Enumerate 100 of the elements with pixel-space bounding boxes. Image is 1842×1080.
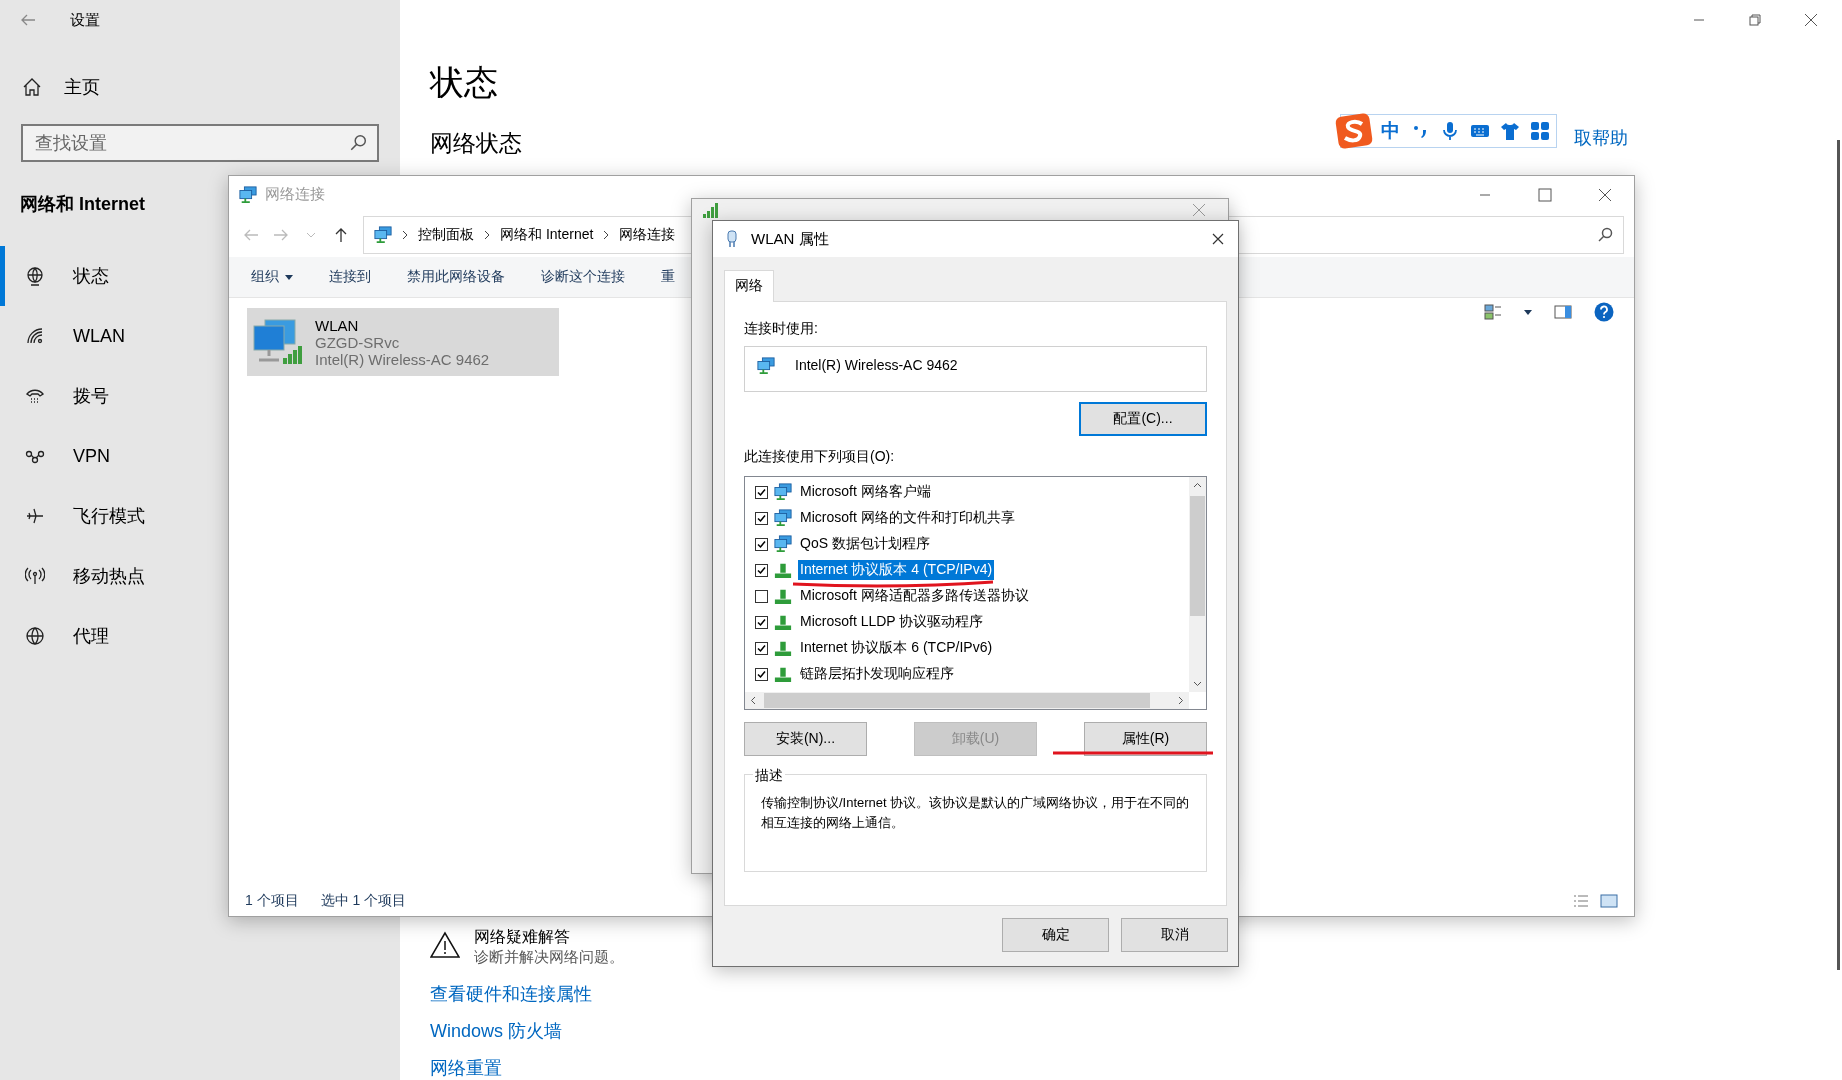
grid-icon[interactable]	[1530, 121, 1550, 141]
hotspot-icon	[25, 566, 45, 586]
settings-link[interactable]: Windows 防火墙	[430, 1019, 563, 1043]
status-text: 选中 1 个项目	[320, 892, 407, 910]
scroll-right-icon[interactable]	[1176, 696, 1185, 705]
checkbox[interactable]	[755, 641, 768, 655]
scroll-up-icon[interactable]	[1193, 481, 1202, 490]
chevron-right-icon	[401, 230, 409, 240]
action-button[interactable]: 安装(N)...	[744, 722, 867, 756]
adapter-name: Intel(R) Wireless-AC 9462	[315, 350, 490, 368]
checkbox[interactable]	[755, 563, 768, 577]
toolbar-button[interactable]: 组织	[251, 268, 293, 286]
proxy-icon	[25, 626, 45, 646]
shirt-icon[interactable]	[1500, 121, 1520, 141]
nav-item[interactable]: 代理	[0, 606, 109, 666]
checkbox[interactable]	[755, 615, 768, 629]
network-adapter-icon	[239, 185, 257, 204]
status-text: 1 个项目	[245, 892, 299, 910]
breadcrumb-item[interactable]: 网络和 Internet	[500, 226, 594, 244]
section-title: 网络和 Internet	[19, 193, 145, 216]
network-adapter-icon	[774, 483, 792, 501]
nav-item[interactable]: VPN	[0, 426, 110, 486]
page-heading: 状态	[430, 62, 498, 103]
checkbox[interactable]	[755, 589, 768, 603]
description-text: 传输控制协议/Internet 协议。该协议是默认的广域网络协议，用于在不同的相互连接的网络上通信。	[761, 794, 1191, 833]
scroll-left-icon[interactable]	[749, 696, 758, 705]
close-icon[interactable]	[1210, 231, 1226, 247]
component-item[interactable]: Internet 协议版本 6 (TCP/IPv6)	[798, 638, 995, 658]
breadcrumb-item[interactable]: 网络连接	[619, 226, 676, 244]
help-icon[interactable]	[1594, 302, 1614, 322]
component-item[interactable]: QoS 数据包计划程序	[798, 534, 932, 554]
checkbox[interactable]	[755, 537, 768, 551]
components-label: 此连接使用下列项目(O):	[744, 448, 896, 466]
network-adapter-icon	[757, 357, 775, 375]
protocol-icon	[774, 639, 792, 657]
component-item[interactable]: Microsoft LLDP 协议驱动程序	[798, 612, 986, 632]
home-icon	[22, 77, 42, 97]
window-title: 网络连接	[265, 185, 325, 204]
signal-bars-icon	[702, 201, 720, 219]
up-arrow-icon[interactable]	[333, 227, 349, 243]
vertical-scrollbar[interactable]	[1189, 477, 1206, 692]
nav-item[interactable]: 状态	[0, 246, 109, 306]
network-connection-item[interactable]: WLAN GZGD-SRvc Intel(R) Wireless-AC 9462	[247, 308, 559, 376]
search-icon[interactable]	[1597, 227, 1613, 243]
chevron-right-icon	[483, 230, 491, 240]
window-title: 设置	[70, 10, 100, 30]
troubleshooter-description: 诊断并解决网络问题。	[474, 948, 624, 967]
dialog-button[interactable]: 确定	[1002, 918, 1109, 952]
dialog-button[interactable]: 取消	[1121, 918, 1228, 952]
help-link[interactable]: 取帮助	[1574, 126, 1628, 150]
nav-item[interactable]: 移动热点	[0, 546, 145, 606]
protocol-icon	[774, 613, 792, 631]
dialog-title: WLAN 属性	[751, 229, 829, 249]
network-adapter-icon	[374, 226, 392, 244]
settings-link[interactable]: 查看硬件和连接属性	[430, 982, 592, 1006]
toolbar-button[interactable]: 诊断这个连接	[541, 268, 625, 286]
warning-icon	[430, 931, 460, 959]
nav-item[interactable]: WLAN	[0, 306, 125, 366]
connect-using-label: 连接时使用:	[744, 320, 819, 338]
checkbox[interactable]	[755, 511, 768, 525]
scrollbar-thumb[interactable]	[764, 693, 1150, 708]
toolbar-button[interactable]: 禁用此网络设备	[407, 268, 505, 286]
checkbox[interactable]	[755, 485, 768, 499]
configure-button[interactable]: 配置(C)...	[1079, 402, 1207, 436]
nav-item[interactable]: 飞行模式	[0, 486, 145, 546]
network-adapter-icon	[774, 535, 792, 553]
protocol-icon	[774, 587, 792, 605]
settings-link[interactable]: 网络重置	[430, 1056, 502, 1080]
toolbar-button[interactable]: 重	[661, 268, 675, 286]
protocol-icon	[774, 561, 792, 579]
adapter-field: Intel(R) Wireless-AC 9462	[744, 346, 1207, 392]
scrollbar-thumb[interactable]	[1190, 496, 1205, 616]
section-heading: 网络状态	[430, 129, 522, 158]
view-options-icon[interactable]	[1484, 303, 1502, 321]
wifi-icon	[25, 326, 45, 346]
search-field[interactable]: 查找设置	[21, 124, 379, 162]
status-icon	[25, 266, 45, 286]
component-item[interactable]: Microsoft 网络客户端	[798, 482, 933, 502]
home-nav-item[interactable]: 主页	[0, 72, 400, 102]
component-item[interactable]: Microsoft 网络的文件和打印机共享	[798, 508, 1017, 528]
horizontal-scrollbar[interactable]	[745, 692, 1189, 709]
microphone-icon[interactable]	[1440, 121, 1460, 141]
preview-pane-icon[interactable]	[1554, 303, 1572, 321]
checkbox[interactable]	[755, 667, 768, 681]
breadcrumb-item[interactable]: 控制面板	[418, 226, 474, 244]
toolbar-button[interactable]: 连接到	[329, 268, 371, 286]
search-icon	[349, 134, 367, 152]
nav-item[interactable]: 拨号	[0, 366, 109, 426]
back-arrow-icon[interactable]	[20, 12, 36, 28]
chevron-right-icon	[602, 230, 611, 240]
component-item[interactable]: 链路层拓扑发现响应程序	[798, 664, 956, 684]
input-mode-toggle[interactable]: 中	[1381, 118, 1400, 144]
troubleshooter-title[interactable]: 网络疑难解答	[474, 927, 624, 948]
scroll-down-icon[interactable]	[1193, 679, 1202, 688]
dropdown-caret-icon[interactable]	[1524, 309, 1532, 315]
component-item[interactable]: Internet 协议版本 4 (TCP/IPv4)	[798, 560, 995, 580]
component-item[interactable]: Microsoft 网络适配器多路传送器协议	[798, 586, 1031, 606]
scrollbar[interactable]	[1837, 140, 1840, 970]
tab[interactable]: 网络	[724, 270, 774, 302]
airplane-icon	[25, 506, 45, 526]
